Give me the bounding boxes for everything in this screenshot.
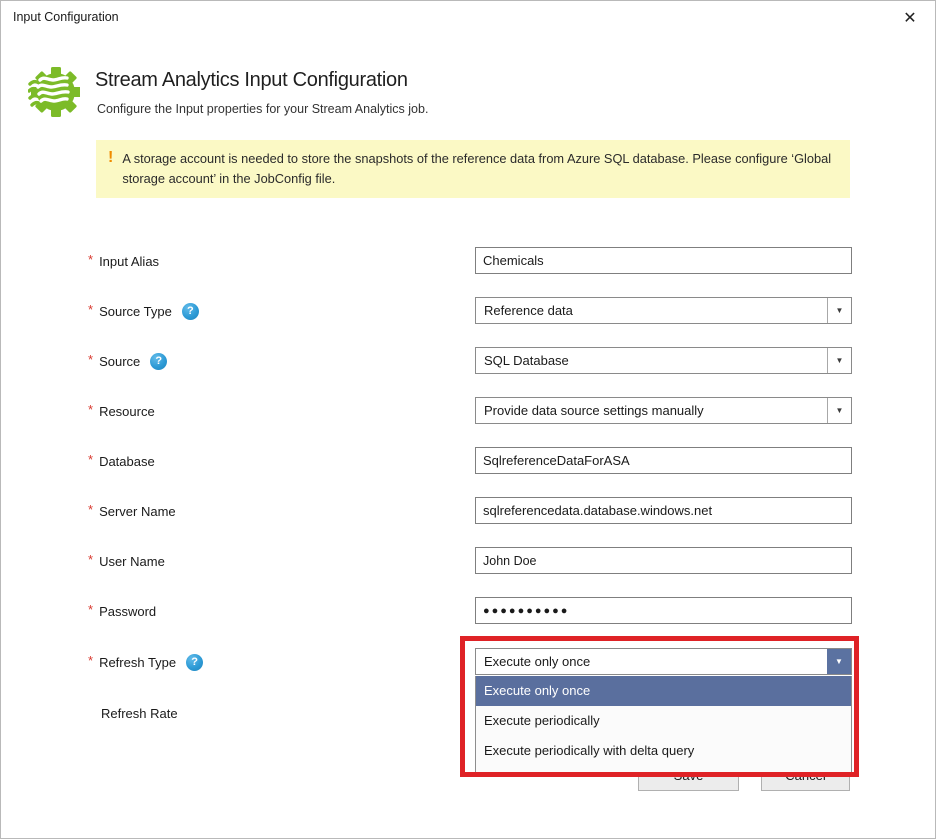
database-field[interactable] xyxy=(475,447,852,474)
source-type-dropdown[interactable]: Reference data ▼ xyxy=(475,297,852,324)
resource-dropdown[interactable]: Provide data source settings manually ▼ xyxy=(475,397,852,424)
source-dropdown[interactable]: SQL Database ▼ xyxy=(475,347,852,374)
chevron-down-icon[interactable]: ▼ xyxy=(827,298,851,323)
option-execute-periodically-delta[interactable]: Execute periodically with delta query xyxy=(476,736,851,766)
page-subtitle: Configure the Input properties for your … xyxy=(97,102,428,116)
required-marker: * xyxy=(88,602,93,617)
storage-account-warning: ! A storage account is needed to store t… xyxy=(96,140,850,198)
label-user-name: * User Name xyxy=(88,552,165,570)
required-marker: * xyxy=(88,653,93,668)
option-execute-only-once[interactable]: Execute only once xyxy=(476,676,851,706)
option-execute-periodically[interactable]: Execute periodically xyxy=(476,706,851,736)
label-password: * Password xyxy=(88,602,156,620)
label-resource: * Resource xyxy=(88,402,155,420)
help-icon[interactable]: ? xyxy=(186,654,203,671)
stream-analytics-logo-icon xyxy=(28,63,80,121)
input-configuration-dialog: Input Configuration ✕ xyxy=(0,0,936,839)
password-field[interactable] xyxy=(475,597,852,624)
label-source: * Source ? xyxy=(88,352,167,370)
warning-text: A storage account is needed to store the… xyxy=(122,149,832,189)
required-marker: * xyxy=(88,502,93,517)
chevron-down-icon[interactable]: ▼ xyxy=(827,649,851,674)
page-title: Stream Analytics Input Configuration xyxy=(95,69,408,92)
server-name-field[interactable] xyxy=(475,497,852,524)
window-title: Input Configuration xyxy=(13,10,119,24)
label-source-type: * Source Type ? xyxy=(88,302,199,320)
required-marker: * xyxy=(88,302,93,317)
required-marker: * xyxy=(88,402,93,417)
required-marker: * xyxy=(88,552,93,567)
help-icon[interactable]: ? xyxy=(150,353,167,370)
label-refresh-type: * Refresh Type ? xyxy=(88,653,203,671)
required-marker: * xyxy=(88,452,93,467)
required-marker: * xyxy=(88,352,93,367)
label-refresh-rate: Refresh Rate xyxy=(88,704,178,722)
close-icon[interactable]: ✕ xyxy=(897,6,923,32)
label-input-alias: * Input Alias xyxy=(88,252,159,270)
chevron-down-icon[interactable]: ▼ xyxy=(827,348,851,373)
label-server-name: * Server Name xyxy=(88,502,176,520)
input-alias-field[interactable] xyxy=(475,247,852,274)
help-icon[interactable]: ? xyxy=(182,303,199,320)
warning-icon: ! xyxy=(108,149,113,189)
required-marker: * xyxy=(88,252,93,267)
chevron-down-icon[interactable]: ▼ xyxy=(827,398,851,423)
refresh-type-dropdown[interactable]: Execute only once ▼ xyxy=(475,648,852,675)
label-database: * Database xyxy=(88,452,155,470)
user-name-field[interactable] xyxy=(475,547,852,574)
refresh-type-options-list: Execute only once Execute periodically E… xyxy=(475,676,852,773)
title-bar: Input Configuration ✕ xyxy=(1,1,935,37)
